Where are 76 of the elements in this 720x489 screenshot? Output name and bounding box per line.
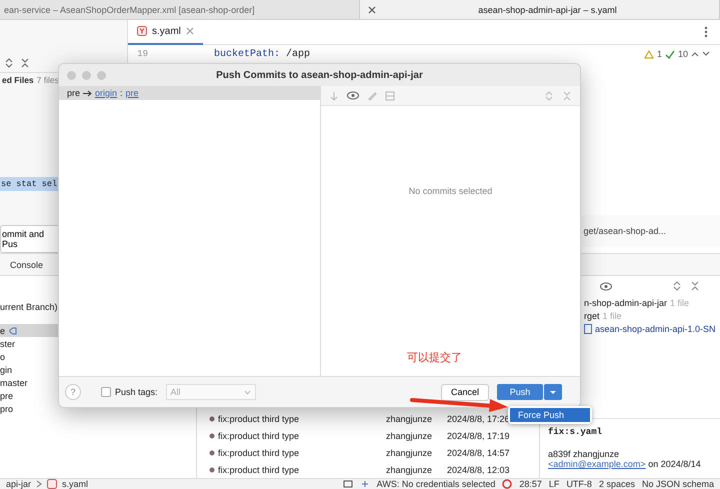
email-link[interactable]: <admin@example.com>	[548, 459, 646, 469]
editor-tab[interactable]: s.yaml	[128, 20, 203, 44]
status-schema[interactable]: No JSON schema	[642, 479, 714, 489]
remote-branch-link[interactable]: pre	[126, 88, 139, 98]
force-push-item[interactable]: Force Push	[510, 408, 590, 422]
console-tab[interactable]: Console	[10, 260, 44, 270]
file-count: 1 file	[602, 310, 622, 320]
commit-author: zhangjunze	[386, 414, 434, 424]
commit-hash-author: a839f zhangjunze	[548, 449, 620, 459]
commit-author: zhangjunze	[386, 430, 434, 440]
path-text: get/asean-shop-ad...	[583, 226, 666, 236]
window-tab[interactable]: asean-shop-admin-api-jar – s.yaml	[360, 0, 720, 19]
file-icon	[584, 324, 592, 334]
dialog-title: Push Commits to asean-shop-admin-api-jar	[216, 70, 423, 80]
collapse-icon[interactable]	[690, 281, 700, 291]
status-indent[interactable]: 2 spaces	[598, 479, 635, 489]
arrow-icon	[83, 90, 92, 96]
file-count: 7 files	[36, 75, 59, 85]
folder-name[interactable]: n-shop-admin-api-jar	[584, 298, 668, 308]
file-name[interactable]: asean-shop-admin-api-1.0-SN	[595, 324, 716, 334]
commit-message[interactable]: fix:product third type	[218, 464, 383, 474]
push-tags-label: Push tags:	[115, 387, 158, 397]
commit-node-icon	[209, 466, 215, 472]
cancel-button[interactable]: Cancel	[440, 384, 489, 400]
breadcrumb-item[interactable]: s.yaml	[62, 479, 88, 489]
commit-author: zhangjunze	[386, 464, 434, 474]
commit-message[interactable]: fix:product third type	[218, 430, 383, 440]
expand-icon[interactable]	[4, 58, 14, 68]
annotation-text: 可以提交了	[407, 352, 462, 364]
commit-date: 2024/8/8, 12:03	[447, 464, 510, 474]
remote-link[interactable]: origin	[95, 88, 118, 98]
check-icon	[664, 50, 675, 58]
commit-node-icon	[209, 432, 215, 438]
separator: :	[120, 88, 123, 98]
close-icon[interactable]	[368, 6, 376, 14]
push-tags-checkbox[interactable]	[101, 387, 111, 397]
empty-message: No commits selected	[408, 186, 492, 196]
dropdown-button[interactable]	[544, 384, 562, 400]
folder-name[interactable]: rget	[584, 310, 600, 320]
tag-icon	[9, 326, 18, 334]
more-icon[interactable]	[704, 26, 708, 38]
expand-icon[interactable]	[672, 281, 682, 291]
caret-icon	[244, 390, 251, 394]
commit-message[interactable]: fix:product third type	[218, 448, 383, 458]
push-button[interactable]: Push	[497, 384, 543, 400]
close-icon[interactable]	[186, 27, 194, 35]
commit-date: 2024/8/8, 17:19	[447, 430, 510, 440]
branch-header: urrent Branch)	[0, 302, 59, 312]
warning-icon	[644, 50, 654, 58]
commit-message[interactable]: fix:product third type	[218, 414, 383, 424]
eye-icon[interactable]	[600, 282, 612, 290]
warning-count: 1	[656, 49, 662, 59]
local-branch: pre	[67, 88, 80, 98]
aws-status[interactable]: AWS: No credentials selected	[376, 479, 496, 489]
line-number: 19	[136, 49, 149, 59]
status-position[interactable]: 28:57	[519, 479, 542, 489]
eye-icon[interactable]	[347, 91, 359, 100]
chevron-icon	[36, 480, 42, 488]
changes-label: ed Files	[2, 75, 34, 85]
collapse-icon[interactable]	[20, 58, 30, 68]
commit-author: zhangjunze	[386, 448, 434, 458]
yaml-file-icon	[137, 26, 147, 36]
down-icon[interactable]	[702, 51, 710, 57]
help-button[interactable]: ?	[65, 384, 81, 400]
commit-date: on 2024/8/14	[647, 459, 701, 469]
commit-date: 2024/8/8, 14:57	[447, 448, 510, 458]
file-count: 1 file	[670, 298, 690, 308]
commit-subject: fix:s.yaml	[548, 427, 604, 437]
status-line-ending[interactable]: LF	[548, 479, 560, 489]
status-encoding[interactable]: UTF-8	[566, 479, 592, 489]
breadcrumb-item[interactable]: api-jar	[6, 479, 32, 489]
commit-node-icon	[209, 450, 215, 456]
commit-node-icon	[209, 416, 215, 422]
up-icon[interactable]	[691, 51, 699, 57]
check-count: 10	[678, 49, 688, 59]
code-line: bucketPath: /app	[214, 48, 310, 60]
